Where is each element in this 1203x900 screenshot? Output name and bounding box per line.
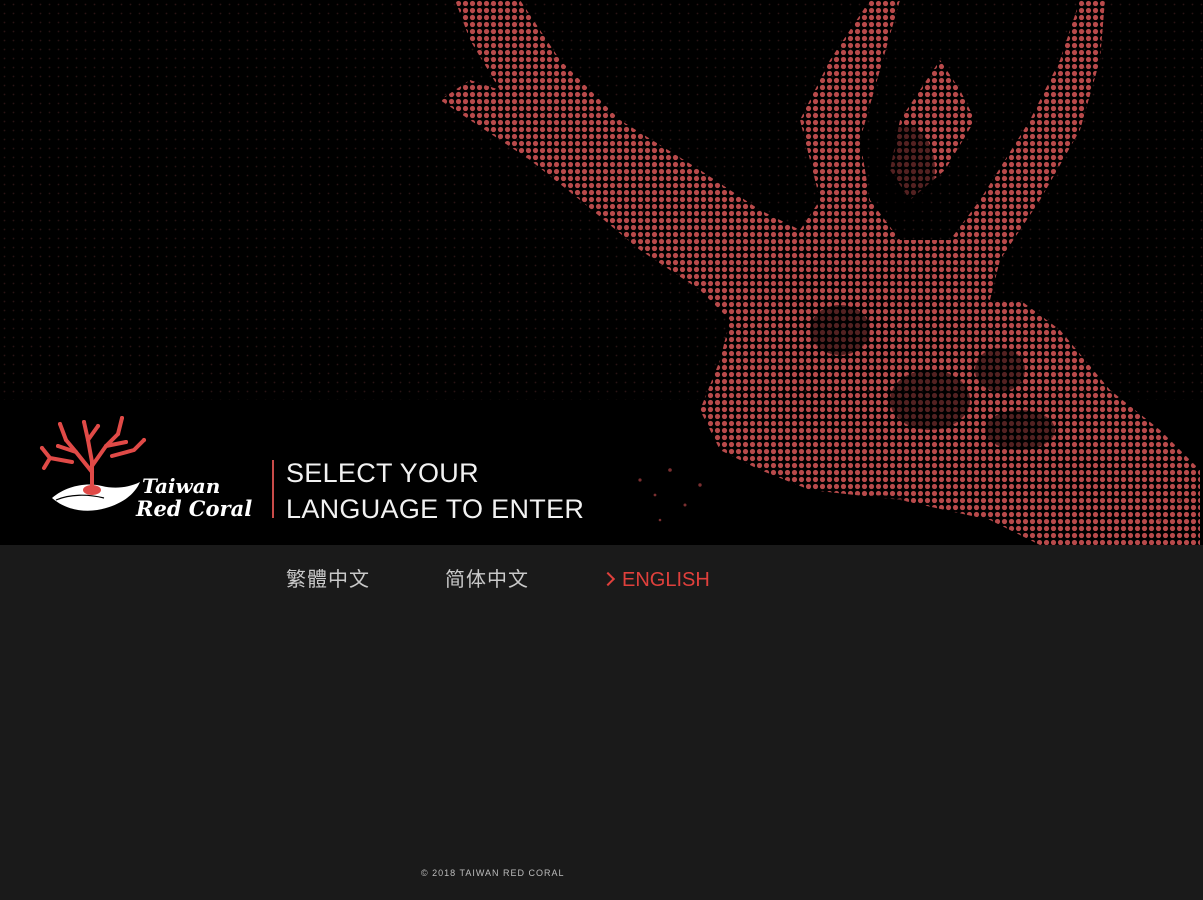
prompt-line1: SELECT YOUR: [286, 458, 479, 488]
language-option-english[interactable]: ENGLISH: [600, 566, 710, 594]
landing-page: Taiwan Red Coral SELECT YOUR LANGUAGE TO…: [0, 0, 1203, 900]
language-option-simplified-chinese[interactable]: 简体中文: [445, 566, 529, 594]
logo-text-line2: Red Coral: [136, 496, 253, 521]
chevron-right-icon: [600, 571, 616, 587]
accent-divider: [272, 460, 274, 518]
brand-logo[interactable]: Taiwan Red Coral: [36, 410, 252, 525]
hero-banner: Taiwan Red Coral SELECT YOUR LANGUAGE TO…: [0, 0, 1203, 545]
copyright-footer: © 2018 TAIWAN RED CORAL: [421, 868, 565, 878]
logo-text-line1: Taiwan: [142, 474, 221, 498]
language-option-traditional-chinese[interactable]: 繁體中文: [286, 566, 370, 594]
prompt-line2: LANGUAGE TO ENTER: [286, 494, 585, 524]
language-option-english-label: ENGLISH: [622, 569, 710, 591]
language-prompt: SELECT YOUR LANGUAGE TO ENTER: [286, 455, 584, 527]
